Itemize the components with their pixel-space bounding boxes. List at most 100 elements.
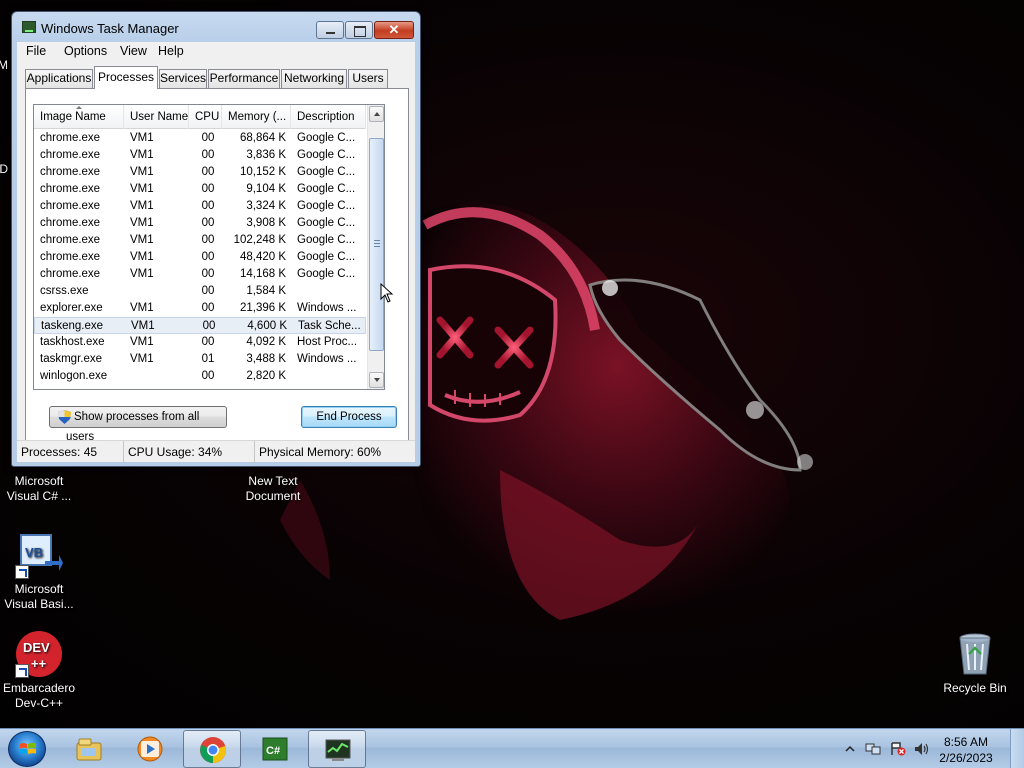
cell-description: Windows ...: [297, 353, 357, 365]
clock-date[interactable]: 2/26/2023: [930, 751, 1002, 765]
cell-user-name: VM1: [130, 336, 154, 348]
status-physical-memory: Physical Memory: 60%: [259, 445, 382, 459]
cell-cpu: 00: [201, 370, 215, 382]
menu-view[interactable]: View: [120, 44, 147, 58]
tab-applications[interactable]: Applications: [25, 69, 93, 88]
cell-user-name: VM1: [130, 149, 154, 161]
table-row[interactable]: winlogon.exe 00 2,820 K: [34, 368, 366, 385]
volume-icon[interactable]: [914, 742, 930, 756]
cell-cpu: 00: [202, 320, 216, 332]
cell-user-name: VM1: [130, 234, 154, 246]
table-row[interactable]: explorer.exe VM1 00 21,396 K Windows ...: [34, 300, 366, 317]
table-row[interactable]: chrome.exe VM1 00 14,168 K Google C...: [34, 266, 366, 283]
cell-description: Task Sche...: [298, 320, 361, 332]
scroll-down-button[interactable]: [369, 372, 384, 388]
maximize-button[interactable]: [345, 21, 373, 39]
taskbar-media-player[interactable]: [121, 730, 179, 768]
desktop-icon-label: Microsoft Visual C# ...: [6, 474, 72, 503]
desktop-icon-visual-csharp[interactable]: Microsoft Visual C# ...: [1, 474, 77, 504]
cell-image-name: chrome.exe: [40, 217, 101, 229]
show-desktop-button[interactable]: [1010, 729, 1024, 768]
desktop-icon-dev-cpp[interactable]: DEV ++ Embarcadero Dev-C++: [1, 630, 77, 711]
desktop-icon-new-text-document[interactable]: New Text Document: [235, 474, 311, 504]
cell-image-name: chrome.exe: [40, 251, 101, 263]
table-row[interactable]: csrss.exe 00 1,584 K: [34, 283, 366, 300]
column-label: Memory (...: [228, 111, 287, 123]
cell-cpu: 01: [201, 353, 215, 365]
cell-image-name: chrome.exe: [40, 149, 101, 161]
taskbar-visual-csharp[interactable]: C#: [246, 730, 304, 768]
taskbar: C# 8:56 AM 2/26/2023: [0, 728, 1024, 768]
cell-cpu: 00: [201, 200, 215, 212]
tab-services[interactable]: Services: [159, 69, 207, 88]
menu-help[interactable]: Help: [158, 44, 184, 58]
column-label: CPU: [195, 111, 220, 123]
scroll-up-button[interactable]: [369, 106, 384, 122]
table-row[interactable]: chrome.exe VM1 00 3,836 K Google C...: [34, 147, 366, 164]
cell-description: Google C...: [297, 183, 356, 195]
cell-description: [297, 283, 363, 300]
close-button[interactable]: ✕: [374, 21, 414, 39]
process-list-scrollbar[interactable]: [367, 105, 384, 389]
show-all-processes-button[interactable]: Show processes from all users: [49, 406, 227, 443]
task-manager-icon: [325, 739, 351, 761]
cell-cpu: 00: [201, 183, 215, 195]
tab-networking[interactable]: Networking: [281, 69, 347, 88]
table-row[interactable]: taskhost.exe VM1 00 4,092 K Host Proc...: [34, 334, 366, 351]
cell-cpu: 00: [201, 166, 215, 178]
cell-user-name: [130, 368, 186, 385]
table-row[interactable]: chrome.exe VM1 00 3,908 K Google C...: [34, 215, 366, 232]
table-row[interactable]: chrome.exe VM1 00 68,864 K Google C...: [34, 130, 366, 147]
column-header-cpu[interactable]: CPU: [189, 105, 222, 129]
minimize-button[interactable]: [316, 21, 344, 39]
cell-user-name: VM1: [130, 302, 154, 314]
scrollbar-thumb[interactable]: [369, 138, 384, 351]
taskbar-task-manager[interactable]: [308, 730, 366, 768]
cell-user-name: VM1: [130, 132, 154, 144]
cell-image-name: explorer.exe: [40, 302, 103, 314]
tab-users[interactable]: Users: [348, 69, 388, 88]
tab-performance[interactable]: Performance: [208, 69, 280, 88]
table-row[interactable]: chrome.exe VM1 00 102,248 K Google C...: [34, 232, 366, 249]
cell-cpu: 00: [201, 217, 215, 229]
table-row[interactable]: taskmgr.exe VM1 01 3,488 K Windows ...: [34, 351, 366, 368]
window-title: Windows Task Manager: [41, 21, 179, 36]
title-bar[interactable]: Windows Task Manager ✕: [12, 12, 420, 42]
hidden-icon-label-m[interactable]: M: [0, 58, 8, 73]
table-row[interactable]: chrome.exe VM1 00 9,104 K Google C...: [34, 181, 366, 198]
end-process-button[interactable]: End Process: [301, 406, 397, 428]
column-header-user-name[interactable]: User Name: [124, 105, 189, 129]
task-manager-window[interactable]: Windows Task Manager ✕ File Options View…: [11, 11, 421, 467]
column-header-memory[interactable]: Memory (...: [222, 105, 291, 129]
cell-description: Google C...: [297, 166, 356, 178]
clock-time[interactable]: 8:56 AM: [930, 735, 1002, 749]
cell-memory: 14,168 K: [239, 268, 286, 280]
process-list[interactable]: Image Name User Name CPU Memory (... Des…: [33, 104, 385, 390]
desktop-icon-label: New Text Document: [245, 474, 301, 503]
tab-processes[interactable]: Processes: [94, 66, 158, 89]
hidden-icon-label-d[interactable]: D: [0, 162, 8, 177]
taskbar-explorer[interactable]: [60, 730, 118, 768]
column-header-description[interactable]: Description: [291, 105, 366, 129]
menu-options[interactable]: Options: [64, 44, 107, 58]
column-header-image-name[interactable]: Image Name: [34, 105, 124, 129]
plus-plus-glyph: ++: [31, 656, 47, 671]
action-center-icon[interactable]: [890, 742, 906, 756]
desktop-icon-visual-basic[interactable]: VB Microsoft Visual Basi...: [1, 531, 77, 612]
table-row[interactable]: chrome.exe VM1 00 10,152 K Google C...: [34, 164, 366, 181]
vb-glyph: VB: [25, 545, 43, 560]
cell-user-name: VM1: [130, 353, 154, 365]
cell-memory: 9,104 K: [246, 183, 286, 195]
windows-logo-icon: [20, 742, 36, 754]
table-row-selected[interactable]: taskeng.exe VM1 00 4,600 K Task Sche...: [34, 317, 366, 334]
network-icon[interactable]: [865, 742, 881, 756]
cell-description: Google C...: [297, 251, 356, 263]
show-hidden-icons-icon[interactable]: [845, 744, 855, 754]
desktop-icon-recycle-bin[interactable]: Recycle Bin: [937, 630, 1013, 696]
taskbar-chrome[interactable]: [183, 730, 241, 768]
start-button[interactable]: [8, 731, 46, 767]
table-row[interactable]: chrome.exe VM1 00 3,324 K Google C...: [34, 198, 366, 215]
cell-image-name: csrss.exe: [40, 285, 89, 297]
menu-file[interactable]: File: [26, 44, 46, 58]
table-row[interactable]: chrome.exe VM1 00 48,420 K Google C...: [34, 249, 366, 266]
